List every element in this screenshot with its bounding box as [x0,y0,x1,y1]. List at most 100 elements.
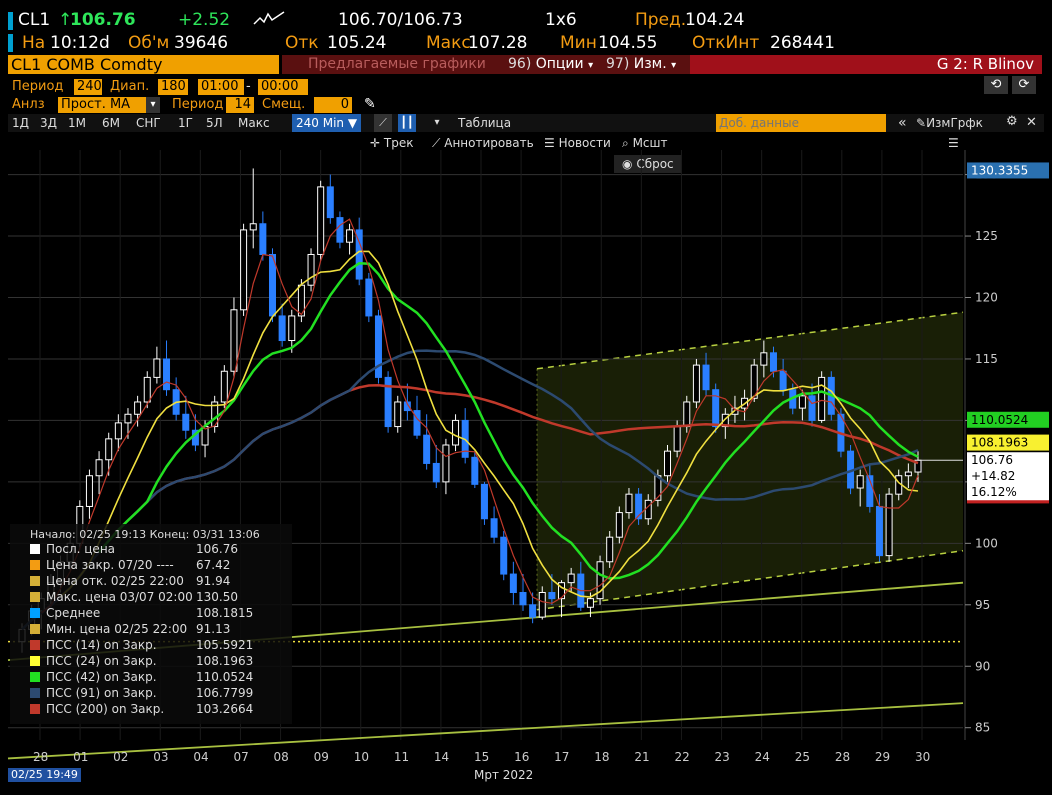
table-button[interactable]: Таблица [458,114,511,132]
legend-label: Цена закр. 07/20 ---- [46,558,174,572]
zoom-label: Мсшт [632,136,668,150]
range-field[interactable]: 180 [158,79,188,95]
legend-swatch [30,688,40,698]
legend-value: 91.13 [196,622,231,636]
low-label: Мин [560,33,597,53]
time-marker [8,34,13,52]
pencil-icon[interactable]: ✎ [364,96,376,112]
add-data-input[interactable] [716,114,886,132]
candle-body [548,592,556,600]
candle-body [471,456,479,485]
shift-label: Смещ. [262,97,306,112]
chevron-down-icon[interactable]: ▾ [428,114,446,132]
legend-swatch [30,608,40,618]
range-button[interactable]: 1Д [12,114,29,132]
edit-chart-button[interactable]: ✎ИзмГрфк [916,114,983,132]
candle-body [259,223,267,255]
options-menu[interactable]: 96) Опции ▾ [504,55,602,74]
candle-body [182,413,190,431]
price-tag-last-line: +14.82 [971,469,1015,483]
legend-row: ПСС (91) on Закр. 106.7799 [30,685,292,701]
suggested-charts-button[interactable]: Предлагаемые графики [282,55,526,74]
analysis-select[interactable]: Прост. MA [58,97,146,113]
shift-field[interactable]: 0 [314,97,352,113]
redo-icon[interactable]: ⟳ [1012,76,1036,94]
range-button[interactable]: 1Г [178,114,193,132]
collapse-icon[interactable]: « [898,114,907,132]
x-tick-label: 09 [313,750,329,764]
candle-body [249,223,257,231]
candle-body [423,434,431,464]
magnifier-icon: ⌕ [622,136,629,150]
period-field[interactable]: 240 [74,79,102,95]
legend-row: ПСС (14) on Закр. 105.5921 [30,637,292,653]
candle-body [760,352,768,366]
candle-body [567,573,575,584]
volume: 39646 [174,33,229,53]
legend-swatch [30,672,40,682]
edit-menu[interactable]: 97) Изм. ▾ [602,55,690,74]
user-tab[interactable]: G 2: R Blinov [690,55,1042,74]
legend-value: 103.2664 [196,702,254,716]
y-tick-label: 90 [975,659,990,673]
high-label: Макс [426,33,471,53]
x-tick-label: 07 [233,750,249,764]
range-button[interactable]: Макс [238,114,270,132]
legend-value: 91.94 [196,574,231,588]
legend-value: 110.0524 [196,670,254,684]
candle-body [673,426,681,452]
chevron-down-icon[interactable]: ▾ [146,97,160,113]
line-chart-icon[interactable]: ⟋ [374,114,392,132]
legend-swatch [30,560,40,570]
candle-body [779,370,787,391]
edit-num: 97) [606,56,630,72]
refresh-icon[interactable]: ⟲ [984,76,1008,94]
candle-body [808,395,816,421]
legend-label: ПСС (14) on Закр. [46,638,157,652]
legend-value: 108.1815 [196,606,254,620]
ticker[interactable]: CL1 [18,10,50,30]
candle-body [278,315,286,342]
high-price: 107.28 [468,33,528,53]
active-range-button[interactable]: 240 Min ▼ [292,114,362,132]
candle-body [644,499,652,520]
bottom-date-tag: 02/25 19:49 [8,768,81,782]
time-from-field[interactable]: 01:00 [198,79,244,95]
range-button[interactable]: 1М [68,114,86,132]
legend-label: ПСС (91) on Закр. [46,686,157,700]
range-button[interactable]: 6М [102,114,120,132]
legend-row: ПСС (42) on Закр. 110.0524 [30,669,292,685]
bid-ask-size: 1x6 [545,10,577,30]
range-button[interactable]: СНГ [136,114,161,132]
candle-chart-icon[interactable]: ┃┃ [398,114,416,132]
legend-value: 106.7799 [196,686,254,700]
y-tick-label: 120 [975,291,998,305]
security-field[interactable]: CL1 COMB Comdty [8,55,279,74]
range-button[interactable]: 3Д [40,114,57,132]
candle-body [519,592,527,606]
candle-body [769,352,777,372]
candle-body [538,592,546,618]
price-tag-last-line: 16.12% [971,485,1017,499]
gear-icon[interactable]: ⚙ [1006,113,1018,131]
time-to-field[interactable]: 00:00 [258,79,308,95]
x-tick-label: 14 [433,750,450,764]
legend-row: Цена закр. 07/20 ---- 67.42 [30,557,292,573]
time-separator: - [246,79,251,94]
candle-body [85,475,93,507]
candle-body [346,229,354,243]
line-draw-icon: ⟋ [432,136,441,150]
crosshair-icon: ✛ [370,136,381,150]
x-tick-label: 11 [393,750,410,764]
range-button[interactable]: 5Л [206,114,223,132]
price-tag-last-line: 106.76 [971,453,1013,467]
edit-chart-pencil-icon: ✎ [916,116,927,130]
options-num: 96) [508,56,532,72]
legend-swatch [30,704,40,714]
open-price: 105.24 [327,33,387,53]
period2-field[interactable]: 14 [226,97,254,113]
close-icon[interactable]: ✕ [1026,114,1037,132]
candle-body [885,493,893,557]
news-label: Новости [558,136,611,150]
legend-swatch [30,624,40,634]
